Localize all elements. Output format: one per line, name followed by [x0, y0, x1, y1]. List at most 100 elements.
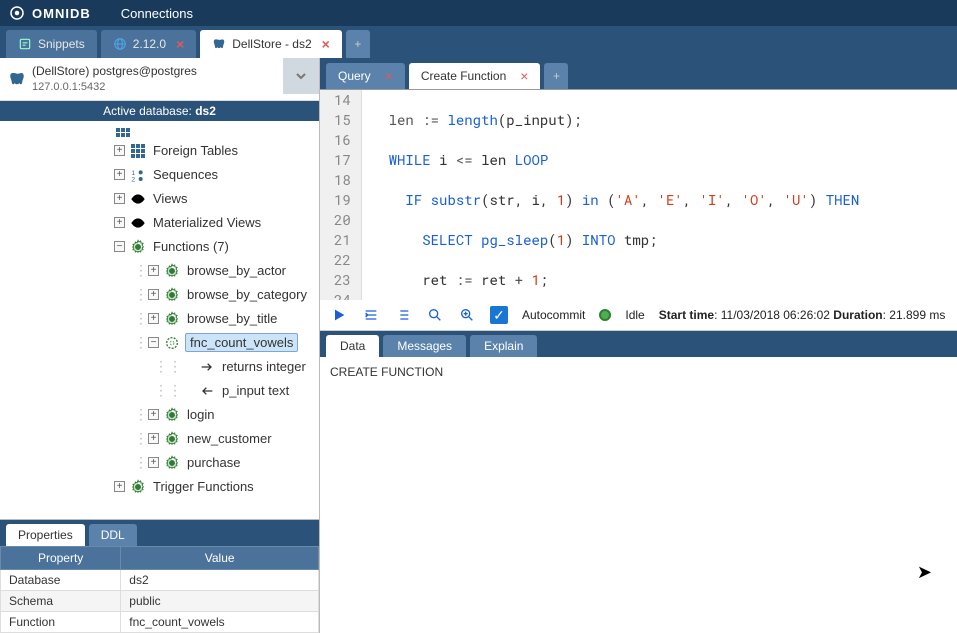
idle-indicator-icon — [599, 309, 611, 321]
tree-item[interactable]: ⋮⋮ p_input text — [4, 379, 315, 403]
expand-icon[interactable]: + — [148, 313, 159, 324]
brand-text: OMNIDB — [32, 6, 91, 21]
gear-icon — [129, 238, 147, 256]
connections-menu[interactable]: Connections — [121, 6, 193, 21]
result-tab-explain[interactable]: Explain — [470, 335, 537, 357]
tree-label: p_input text — [220, 382, 291, 399]
tab-ddl[interactable]: DDL — [89, 524, 137, 546]
gear-icon — [163, 454, 181, 472]
add-tab-button[interactable]: + — [544, 63, 568, 89]
autocommit-label: Autocommit — [522, 308, 585, 322]
tree-label: Foreign Tables — [151, 142, 240, 159]
tree-item[interactable]: ⋮+ purchase — [4, 451, 315, 475]
gear-icon — [163, 262, 181, 280]
expand-icon[interactable]: + — [148, 409, 159, 420]
expand-icon[interactable]: + — [114, 217, 125, 228]
tree-item[interactable]: + 12 Sequences — [4, 163, 315, 187]
tree-item[interactable]: − Functions (7) — [4, 235, 315, 259]
tree-item[interactable]: ⋮+ browse_by_actor — [4, 259, 315, 283]
tree-item[interactable]: + Trigger Functions — [4, 475, 315, 499]
object-tree[interactable]: + Foreign Tables + 12 Sequences + Views … — [0, 121, 319, 519]
list-icon[interactable] — [394, 306, 412, 324]
gear-dashed-icon — [163, 334, 181, 352]
close-icon[interactable]: × — [176, 36, 184, 52]
gear-icon — [163, 286, 181, 304]
result-tab-data[interactable]: Data — [326, 335, 379, 357]
tab-query[interactable]: Query × — [326, 63, 405, 89]
svg-text:1: 1 — [131, 170, 135, 177]
tab-properties[interactable]: Properties — [6, 524, 85, 546]
svg-text:2: 2 — [131, 177, 135, 183]
properties-table: Property Value Databaseds2SchemapublicFu… — [0, 546, 319, 633]
tab-label: DellStore - ds2 — [232, 37, 311, 51]
property-row: Databaseds2 — [1, 570, 319, 591]
line-gutter: 1415161718192021222324 — [320, 90, 362, 300]
expand-icon[interactable]: + — [148, 289, 159, 300]
zoom-in-icon[interactable] — [458, 306, 476, 324]
tree-item[interactable]: + Materialized Views — [4, 211, 315, 235]
tab-snippets[interactable]: Snippets — [6, 30, 97, 58]
tab-version[interactable]: 2.12.0 × — [101, 30, 197, 58]
tree-item[interactable]: + Views — [4, 187, 315, 211]
tree-item[interactable]: ⋮+ browse_by_category — [4, 283, 315, 307]
tree-item[interactable]: ⋮⋮ returns integer — [4, 355, 315, 379]
collapse-icon[interactable]: − — [148, 337, 159, 348]
grid-icon — [129, 142, 147, 160]
code-body[interactable]: len := length(p_input); WHILE i <= len L… — [362, 90, 957, 300]
tree-label: fnc_count_vowels — [185, 333, 298, 352]
grid-icon — [114, 127, 132, 139]
tree-item[interactable]: + Foreign Tables — [4, 139, 315, 163]
gear-icon — [129, 478, 147, 496]
expand-icon[interactable]: + — [148, 457, 159, 468]
connection-info: (DellStore) postgres@postgres 127.0.0.1:… — [0, 58, 319, 101]
tree-label: Trigger Functions — [151, 478, 256, 495]
close-icon[interactable]: × — [520, 68, 528, 84]
expand-icon[interactable]: + — [114, 169, 125, 180]
tree-item[interactable]: ⋮+ new_customer — [4, 427, 315, 451]
autocommit-checkbox[interactable]: ✓ — [490, 306, 508, 324]
tree-item[interactable]: ⋮− fnc_count_vowels — [4, 331, 315, 355]
eye-icon — [129, 190, 147, 208]
tab-create-function[interactable]: Create Function × — [409, 63, 541, 89]
collapse-icon[interactable]: − — [114, 241, 125, 252]
connection-tabbar: Snippets 2.12.0 × DellStore - ds2 × + — [0, 26, 957, 58]
col-value: Value — [121, 547, 319, 570]
tree-label: Views — [151, 190, 189, 207]
tab-dellstore[interactable]: DellStore - ds2 × — [200, 30, 342, 58]
eye-icon — [129, 214, 147, 232]
close-icon[interactable]: × — [322, 36, 330, 52]
result-tab-messages[interactable]: Messages — [383, 335, 466, 357]
connection-title: (DellStore) postgres@postgres — [32, 64, 311, 80]
globe-icon — [113, 37, 127, 51]
expand-icon[interactable]: + — [114, 193, 125, 204]
snippets-icon — [18, 37, 32, 51]
tree-item[interactable] — [4, 127, 315, 139]
expand-icon[interactable]: + — [114, 145, 125, 156]
gear-icon — [163, 430, 181, 448]
gear-icon — [163, 406, 181, 424]
tree-label: Functions (7) — [151, 238, 231, 255]
expand-icon[interactable]: + — [148, 433, 159, 444]
chevron-down-icon[interactable] — [283, 58, 319, 94]
code-editor[interactable]: 1415161718192021222324 len := length(p_i… — [320, 90, 957, 300]
indent-icon[interactable] — [362, 306, 380, 324]
close-icon[interactable]: × — [385, 68, 393, 84]
result-tabs: Data Messages Explain — [320, 331, 957, 357]
expand-icon[interactable]: + — [148, 265, 159, 276]
start-time: Start time: 11/03/2018 06:26:02 Duration… — [659, 308, 946, 322]
right-panel: Query × Create Function × + 141516171819… — [320, 58, 957, 633]
active-database-bar: Active database: ds2 — [0, 101, 319, 121]
tree-item[interactable]: ⋮+ login — [4, 403, 315, 427]
tree-item[interactable]: ⋮+ browse_by_title — [4, 307, 315, 331]
search-icon[interactable] — [426, 306, 444, 324]
arrow-right-icon — [198, 358, 216, 376]
elephant-icon — [8, 70, 26, 88]
property-row: Functionfnc_count_vowels — [1, 612, 319, 633]
gear-icon — [163, 310, 181, 328]
tab-label: Snippets — [38, 37, 85, 51]
play-icon[interactable] — [330, 306, 348, 324]
add-tab-button[interactable]: + — [346, 30, 370, 58]
expand-icon[interactable]: + — [114, 481, 125, 492]
result-toolbar: ✓ Autocommit Idle Start time: 11/03/2018… — [320, 300, 957, 331]
connection-host: 127.0.0.1:5432 — [32, 80, 311, 94]
